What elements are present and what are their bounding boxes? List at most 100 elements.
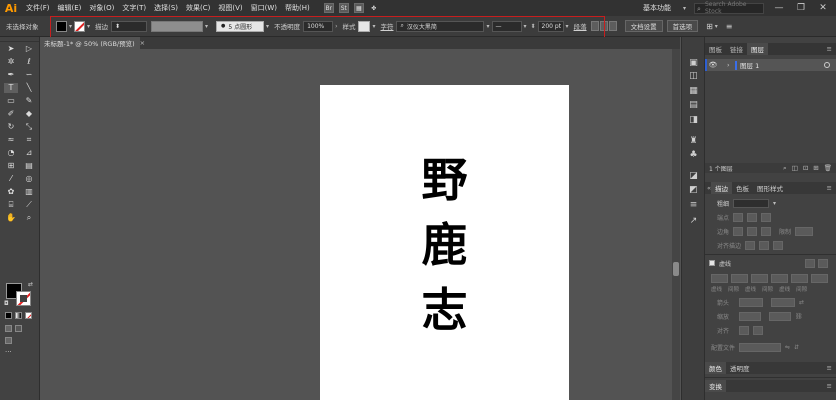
menu-select[interactable]: 选择(S) (150, 3, 182, 13)
dash-2-field[interactable] (751, 273, 768, 283)
arrange-icon[interactable]: ⊞ (706, 22, 713, 31)
symbol-sprayer-tool-icon[interactable]: ✿ (4, 187, 18, 197)
dashed-line-checkbox[interactable] (709, 260, 715, 266)
link-scale-icon[interactable]: ⛓ (795, 313, 803, 320)
maximize-button[interactable]: ❐ (794, 3, 808, 13)
menu-view[interactable]: 视图(V) (214, 3, 246, 13)
layer-name[interactable]: 图层 1 (740, 60, 759, 70)
pathfinder-icon[interactable]: ◨ (687, 114, 700, 125)
menu-window[interactable]: 窗口(W) (247, 3, 281, 13)
gradient-tool-icon[interactable]: ▤ (22, 161, 36, 171)
libraries-icon[interactable]: ◫ (687, 70, 700, 81)
projecting-cap-icon[interactable] (761, 212, 772, 222)
arrow-place-icon[interactable] (753, 325, 764, 335)
tab-links[interactable]: 链接 (726, 43, 747, 55)
stroke-color-box[interactable] (16, 291, 31, 306)
tab-stroke[interactable]: 描边 (710, 182, 732, 194)
menu-help[interactable]: 帮助(H) (281, 3, 314, 13)
width-tool-icon[interactable]: ≈ (4, 135, 18, 145)
align-dash-icon[interactable] (818, 258, 828, 268)
clipping-mask-icon[interactable]: ◫ (792, 164, 798, 173)
gap-3-field[interactable] (811, 273, 828, 283)
tab-swatches[interactable]: 色板 (732, 183, 753, 193)
tab-graphic-styles[interactable]: 图形样式 (753, 183, 787, 193)
color-panel-menu-icon[interactable]: ≡ (827, 364, 836, 372)
free-transform-tool-icon[interactable]: ⌗ (22, 135, 36, 145)
menu-type[interactable]: 文字(T) (118, 3, 150, 13)
screen-mode-icon[interactable] (5, 337, 12, 344)
close-button[interactable]: ✕ (816, 3, 830, 13)
blend-tool-icon[interactable]: ◎ (22, 174, 36, 184)
layers-panel-menu-icon[interactable]: ≡ (827, 43, 836, 55)
arrange-chevron-icon[interactable]: ▾ (715, 23, 718, 30)
lasso-tool-icon[interactable]: ℓ (22, 57, 36, 67)
swap-arrowheads-icon[interactable]: ⇄ (799, 299, 804, 306)
layer-target-icon[interactable] (824, 62, 830, 68)
align-icon[interactable]: ▤ (687, 99, 700, 110)
new-sublayer-icon[interactable]: ⊡ (803, 164, 808, 173)
align-right-icon[interactable] (608, 21, 617, 31)
tab-transform[interactable]: 变换 (705, 380, 726, 392)
color-mode-icon[interactable] (5, 312, 12, 319)
tab-layers[interactable]: 图层 (747, 43, 768, 55)
scrollbar-thumb[interactable] (673, 262, 679, 276)
miter-join-icon[interactable] (733, 226, 744, 236)
preserve-dash-icon[interactable] (805, 258, 815, 268)
workspace-switcher[interactable]: 基本功能 (639, 3, 675, 13)
vertical-scrollbar[interactable] (672, 49, 680, 400)
panel-menu-icon[interactable]: ≡ (726, 22, 733, 31)
arrange-documents-icon[interactable]: ▦ (353, 3, 364, 13)
artboard-tool-icon[interactable]: ⌸ (4, 200, 18, 210)
artboard-char-3[interactable]: 志 (320, 287, 569, 333)
none-mode-icon[interactable] (25, 312, 32, 319)
symbols-icon[interactable]: ♣ (687, 149, 700, 160)
document-setup-button[interactable]: 文档设置 (624, 20, 663, 32)
locate-object-icon[interactable]: ⌕ (783, 164, 787, 173)
mesh-tool-icon[interactable]: ⊞ (4, 161, 18, 171)
stroke-icon[interactable]: ≡ (687, 199, 700, 210)
tab-artboards[interactable]: 图板 (705, 43, 726, 55)
draw-behind-icon[interactable] (15, 325, 22, 332)
menu-effect[interactable]: 效果(C) (182, 3, 214, 13)
butt-cap-icon[interactable] (733, 212, 744, 222)
transform-panel-menu-icon[interactable]: ≡ (827, 382, 836, 390)
expand-layer-icon[interactable]: › (727, 61, 735, 69)
gap-1-field[interactable] (731, 273, 748, 283)
start-arrowhead-field[interactable] (739, 297, 764, 307)
minimize-button[interactable]: — (772, 3, 786, 13)
new-layer-icon[interactable]: ⊞ (813, 164, 818, 173)
preferences-button[interactable]: 首选项 (666, 20, 699, 32)
stock-icon[interactable]: St (338, 3, 349, 13)
draw-normal-icon[interactable] (5, 325, 12, 332)
stroke-panel-menu-icon[interactable]: ≡ (827, 184, 836, 192)
shape-builder-tool-icon[interactable]: ◔ (4, 148, 18, 158)
rotate-tool-icon[interactable]: ↻ (4, 122, 18, 132)
menu-object[interactable]: 对象(O) (85, 3, 118, 13)
paintbrush-tool-icon[interactable]: ✎ (22, 96, 36, 106)
scale-tool-icon[interactable]: ⤡ (22, 122, 36, 132)
swap-colors-icon[interactable]: ⇄ (28, 281, 33, 288)
perspective-grid-tool-icon[interactable]: ⊿ (22, 148, 36, 158)
bevel-join-icon[interactable] (761, 226, 772, 236)
artboard-char-2[interactable]: 鹿 (320, 222, 569, 268)
artboard-char-1[interactable]: 野 (320, 157, 569, 203)
magic-wand-tool-icon[interactable]: ✲ (4, 57, 18, 67)
hand-tool-icon[interactable]: ✋ (4, 213, 18, 223)
menu-file[interactable]: 文件(F) (22, 3, 54, 13)
shaper-tool-icon[interactable]: ✐ (4, 109, 18, 119)
eraser-tool-icon[interactable]: ◆ (22, 109, 36, 119)
tab-transparency[interactable]: 透明度 (726, 363, 754, 373)
more-tools-icon[interactable]: ··· (5, 348, 12, 356)
color-guide-icon[interactable]: ▦ (687, 85, 700, 96)
dash-1-field[interactable] (711, 273, 728, 283)
weight-chevron-icon[interactable]: ▾ (773, 200, 776, 207)
flip-horizontal-icon[interactable]: ⇋ (785, 344, 790, 351)
end-scale-field[interactable] (769, 311, 792, 321)
bridge-icon[interactable]: Br (323, 3, 334, 13)
default-colors-icon[interactable]: ◘ (4, 300, 9, 307)
brushes-icon[interactable]: ♜ (687, 135, 700, 146)
appearance-icon[interactable]: ◪ (687, 170, 700, 181)
stock-search-input[interactable]: ⌕ Search Adobe Stock (694, 1, 764, 15)
workspace-chevron-icon[interactable]: ▾ (683, 5, 686, 12)
graphic-styles-icon[interactable]: ◩ (687, 184, 700, 195)
